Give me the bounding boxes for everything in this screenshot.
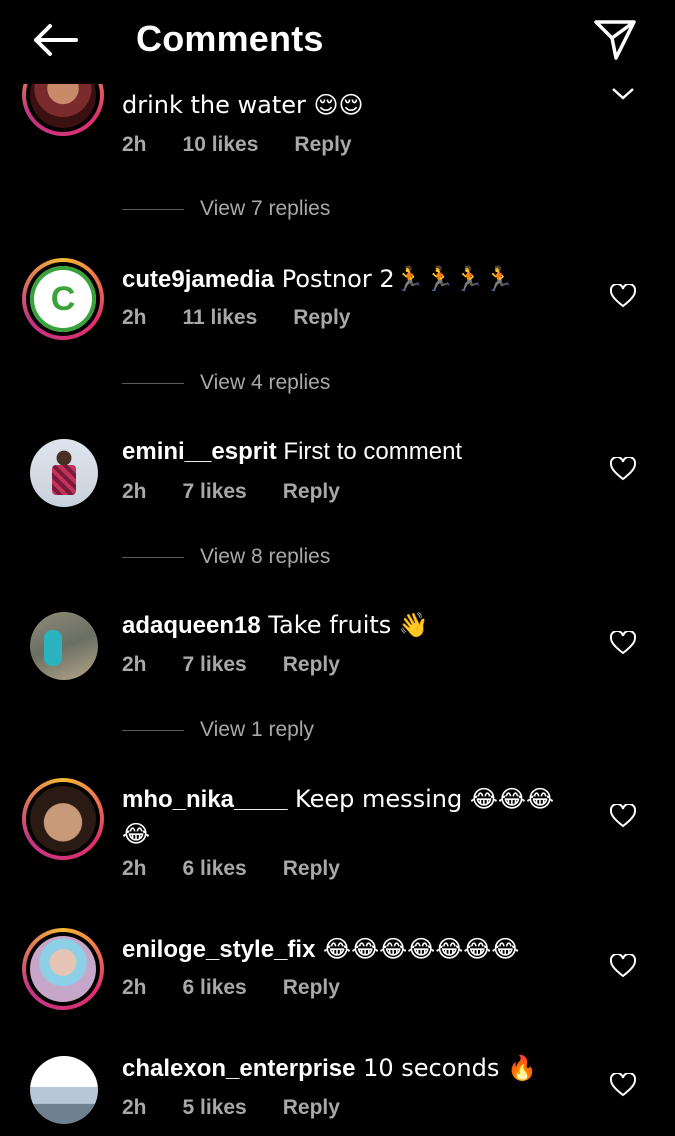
reply-button[interactable]: Reply xyxy=(294,133,351,156)
comment-time: 2h xyxy=(122,857,147,880)
comment-time: 2h xyxy=(122,480,147,503)
avatar[interactable] xyxy=(30,612,98,680)
comment-meta: 2h 6 likes Reply xyxy=(122,857,376,881)
heart-outline-icon[interactable] xyxy=(610,804,636,828)
view-replies-button[interactable]: View 1 reply xyxy=(122,718,314,742)
like-count[interactable]: 7 likes xyxy=(183,480,247,503)
like-count[interactable]: 6 likes xyxy=(183,857,247,880)
comment-username[interactable]: cute9jamedia xyxy=(122,266,274,293)
comment-username[interactable]: mho_nika____ xyxy=(122,786,287,813)
avatar[interactable] xyxy=(22,778,104,860)
view-replies-button[interactable]: View 8 replies xyxy=(122,545,330,569)
comment-meta: 2h 7 likes Reply xyxy=(122,480,376,504)
reply-button[interactable]: Reply xyxy=(283,480,340,503)
comment-meta: 2h 10 likes Reply xyxy=(122,133,388,157)
comment-text: eniloge_style_fix 😂😂😂😂😂😂😂 xyxy=(122,935,520,963)
comment-meta: 2h 7 likes Reply xyxy=(122,653,376,677)
view-replies-label: View 8 replies xyxy=(200,545,331,568)
reply-button[interactable]: Reply xyxy=(283,653,340,676)
view-replies-button[interactable]: View 4 replies xyxy=(122,371,330,395)
comment-text: emini__esprit First to comment xyxy=(122,438,463,465)
avatar[interactable] xyxy=(30,439,98,507)
comment-time: 2h xyxy=(122,976,147,999)
comment-text: drink the water 😌😌 xyxy=(122,91,364,119)
comment-meta: 2h 11 likes Reply xyxy=(122,306,386,330)
heart-outline-icon[interactable] xyxy=(610,457,636,481)
like-count[interactable]: 7 likes xyxy=(183,653,247,676)
comment-time: 2h xyxy=(122,133,147,156)
reply-button[interactable]: Reply xyxy=(283,857,340,880)
divider-line xyxy=(122,208,184,210)
reply-button[interactable]: Reply xyxy=(293,306,350,329)
like-count[interactable]: 10 likes xyxy=(183,133,259,156)
comment-meta: 2h 5 likes Reply xyxy=(122,1096,376,1120)
heart-outline-icon[interactable] xyxy=(610,1073,636,1097)
back-arrow-icon[interactable] xyxy=(30,20,80,60)
divider-line xyxy=(122,556,184,558)
reply-button[interactable]: Reply xyxy=(283,1096,340,1119)
avatar[interactable]: C xyxy=(22,258,104,340)
like-count[interactable]: 6 likes xyxy=(183,976,247,999)
comment-text: adaqueen18 Take fruits 👋 xyxy=(122,611,429,639)
view-replies-label: View 7 replies xyxy=(200,197,331,220)
comment-meta: 2h 6 likes Reply xyxy=(122,976,376,1000)
like-count[interactable]: 11 likes xyxy=(183,306,258,329)
view-replies-label: View 4 replies xyxy=(200,371,331,394)
heart-outline-icon[interactable] xyxy=(610,631,636,655)
divider-line xyxy=(122,729,184,731)
avatar[interactable] xyxy=(22,928,104,1010)
comment-username[interactable]: adaqueen18 xyxy=(122,612,261,639)
view-replies-button[interactable]: View 7 replies xyxy=(122,197,330,221)
heart-outline-icon[interactable] xyxy=(610,284,636,308)
top-bar: Comments xyxy=(0,0,675,84)
reply-button[interactable]: Reply xyxy=(283,976,340,999)
comment-text: mho_nika____ Keep messing 😂😂😂😂 xyxy=(122,785,555,848)
page-title: Comments xyxy=(136,18,324,59)
chevron-down-icon[interactable] xyxy=(610,86,636,102)
paper-plane-icon[interactable] xyxy=(592,16,638,62)
comment-username[interactable]: chalexon_enterprise xyxy=(122,1055,355,1082)
comment-time: 2h xyxy=(122,306,147,329)
like-count[interactable]: 5 likes xyxy=(183,1096,247,1119)
comment-username[interactable]: emini__esprit xyxy=(122,438,277,465)
comment-username[interactable]: eniloge_style_fix xyxy=(122,936,315,963)
comment-text: chalexon_enterprise 10 seconds 🔥 xyxy=(122,1054,537,1082)
avatar[interactable] xyxy=(30,1056,98,1124)
comment-time: 2h xyxy=(122,653,147,676)
comment-time: 2h xyxy=(122,1096,147,1119)
divider-line xyxy=(122,382,184,384)
comment-text: cute9jamedia Postnor 2🏃🏃🏃🏃 xyxy=(122,265,515,293)
view-replies-label: View 1 reply xyxy=(200,718,315,741)
heart-outline-icon[interactable] xyxy=(610,954,636,978)
